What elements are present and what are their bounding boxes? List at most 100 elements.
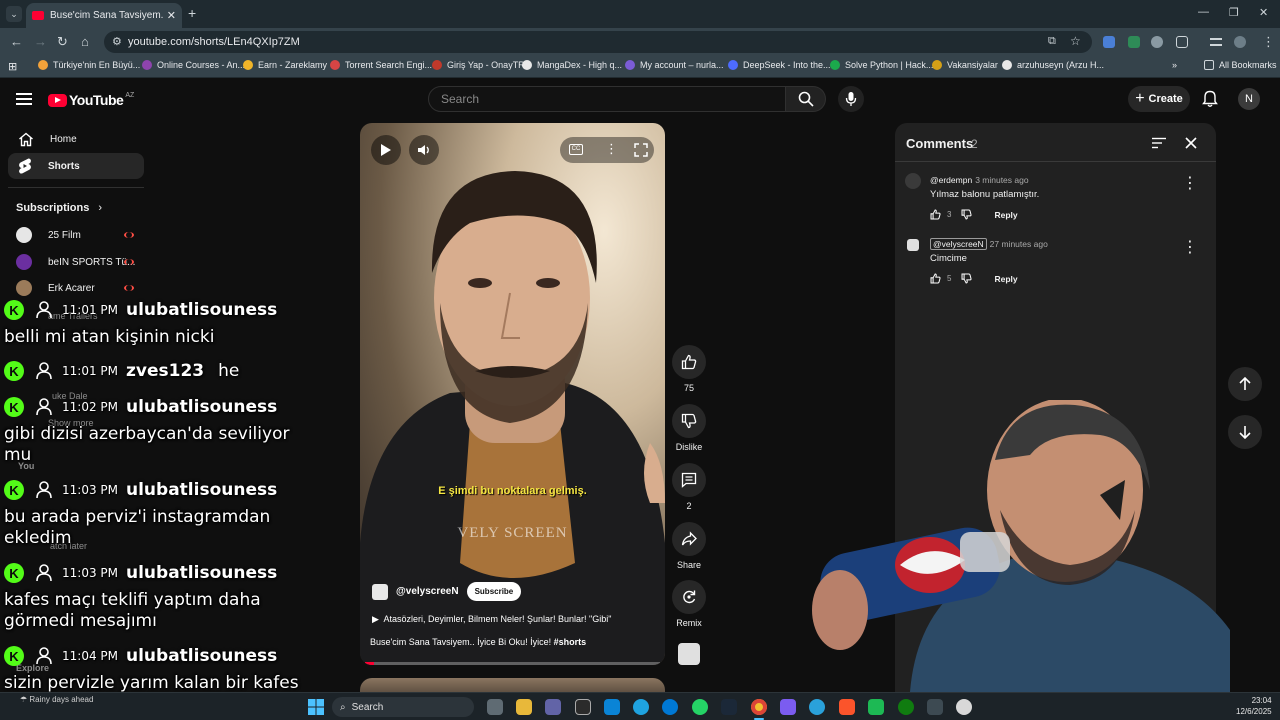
sort-icon[interactable] [1152,137,1166,149]
all-bookmarks[interactable]: All Bookmarks [1204,60,1277,70]
close-icon[interactable] [1185,137,1197,149]
home-icon[interactable]: ⌂ [81,34,89,49]
edge-icon[interactable] [662,699,678,715]
channel-avatar[interactable] [372,583,388,600]
video-progress-bar[interactable] [365,662,660,665]
bookmark-item[interactable]: Solve Python | Hack... [830,60,933,70]
thumbs-up-icon[interactable] [930,273,941,284]
taskbar-search[interactable]: ⌕ Search [332,697,474,717]
extension-icon[interactable] [1151,36,1163,48]
weather-widget[interactable]: ☂ Rainy days ahead [20,695,93,704]
browser-tab[interactable]: Buse'cim Sana Tavsiyem.. İyice Bi Oku! İ… [26,3,182,28]
subscription-item[interactable]: Erk Acarer [16,277,146,299]
bookmark-item[interactable]: Torrent Search Engi... [330,60,432,70]
whatsapp-icon[interactable] [692,699,708,715]
minimize-icon[interactable]: — [1198,6,1209,18]
bookmark-item[interactable]: DeepSeek - Into the... [728,60,831,70]
edge-icon[interactable] [633,699,649,715]
search-box[interactable] [428,86,786,112]
tab-search-button[interactable]: ⌄ [6,6,22,22]
chat-username[interactable]: zves123 [126,361,204,381]
close-tab-icon[interactable]: ✕ [167,9,176,22]
profile-icon[interactable] [1234,36,1246,48]
comment-menu-icon[interactable]: ⋮ [1182,173,1198,193]
comment-author[interactable]: @erdempn 3 minutes ago [930,175,1029,185]
thumbs-down-icon[interactable] [961,209,973,220]
bookmark-item[interactable]: Vakansiyalar [932,60,998,70]
previous-short-button[interactable] [1228,367,1262,401]
chat-username[interactable]: ulubatlisouness [126,563,277,583]
notifications-bell-icon[interactable] [1202,90,1218,108]
app-icon[interactable] [575,699,591,715]
xbox-icon[interactable] [898,699,914,715]
close-window-icon[interactable]: ✕ [1259,6,1268,19]
comment-author[interactable]: @velyscreeN 27 minutes ago [930,238,1048,250]
system-clock[interactable]: 23:04 12/6/2025 [1236,695,1272,717]
restore-icon[interactable]: ❐ [1229,6,1239,19]
bookmark-item[interactable]: Giriş Yap - OnayTR [432,60,525,70]
app-icon[interactable] [927,699,943,715]
commenter-avatar[interactable] [905,173,921,189]
youtube-logo[interactable]: YouTube AZ [48,92,134,108]
volume-button[interactable] [409,135,439,165]
copilot-icon[interactable] [780,699,796,715]
bookmark-item[interactable]: Türkiye'nin En Büyü... [38,60,140,70]
remix-button[interactable]: Remix [672,580,706,628]
extension-icon[interactable] [1128,36,1140,48]
steam-icon[interactable] [721,699,737,715]
subscription-item[interactable]: beIN SPORTS Tü... [16,251,146,273]
voice-search-button[interactable] [838,86,864,112]
bookmark-item[interactable]: My account – nurla... [625,60,724,70]
thumbs-down-icon[interactable] [961,273,973,284]
teams-icon[interactable] [545,699,561,715]
file-explorer-icon[interactable] [516,699,532,715]
forward-icon[interactable]: → [34,34,47,49]
video-description-line[interactable]: ▶ Atasözleri, Deyimler, Bilmem Neler! Şu… [372,614,611,625]
app-icon[interactable] [868,699,884,715]
subscriptions-heading[interactable]: Subscriptions › [16,202,102,214]
bookmark-item[interactable]: arzuhuseyn (Arzu H... [1002,60,1104,70]
bookmark-item[interactable]: Online Courses - An... [142,60,245,70]
chrome-icon[interactable] [751,699,767,715]
subscribe-button[interactable]: Subscribe [466,582,522,601]
captions-icon[interactable]: CC [569,144,583,155]
apps-grid-icon[interactable]: ⊞ [8,60,17,73]
omnibox[interactable]: ⚙ youtube.com/shorts/LEn4QXIp7ZM ⧉ ☆ [104,31,1092,53]
comment-menu-icon[interactable]: ⋮ [1182,237,1198,257]
chat-username[interactable]: ulubatlisouness [126,397,277,417]
share-button[interactable]: Share [672,522,706,570]
bookmark-item[interactable]: Earn - Zareklamy [243,60,327,70]
extensions-puzzle-icon[interactable] [1176,36,1188,48]
browser-menu-icon[interactable]: ⋮ [1262,34,1275,50]
create-button[interactable]: + Create [1128,86,1190,112]
account-avatar[interactable]: N [1238,88,1260,110]
sidebar-item-home[interactable]: Home [8,126,144,152]
back-icon[interactable]: ← [10,34,23,49]
more-options-icon[interactable]: ⋮ [605,141,618,157]
thumbs-up-icon[interactable] [930,209,941,220]
menu-icon[interactable] [16,93,32,105]
next-short-button[interactable] [1228,415,1262,449]
app-icon[interactable] [956,699,972,715]
dislike-button[interactable]: Dislike [672,404,706,452]
like-button[interactable]: 75 [672,345,706,393]
task-view-icon[interactable] [487,699,503,715]
play-button[interactable] [371,135,401,165]
chat-username[interactable]: ulubatlisouness [126,646,277,666]
bookmark-star-icon[interactable]: ☆ [1070,34,1081,48]
bookmark-item[interactable]: MangaDex - High q... [522,60,622,70]
windows-start-icon[interactable] [308,699,324,715]
store-icon[interactable] [604,699,620,715]
sound-thumbnail[interactable] [678,643,700,665]
channel-name[interactable]: @velyscreeN [396,586,459,597]
commenter-avatar[interactable] [907,239,919,251]
site-info-icon[interactable]: ⚙ [112,35,122,48]
brave-icon[interactable] [839,699,855,715]
translate-extension-icon[interactable] [1103,36,1115,48]
fullscreen-icon[interactable] [634,143,648,157]
comments-button[interactable]: 2 [672,463,706,511]
telegram-icon[interactable] [809,699,825,715]
reading-list-icon[interactable] [1210,38,1222,46]
subscription-item[interactable]: 25 Film [16,224,146,246]
chat-username[interactable]: ulubatlisouness [126,300,277,320]
